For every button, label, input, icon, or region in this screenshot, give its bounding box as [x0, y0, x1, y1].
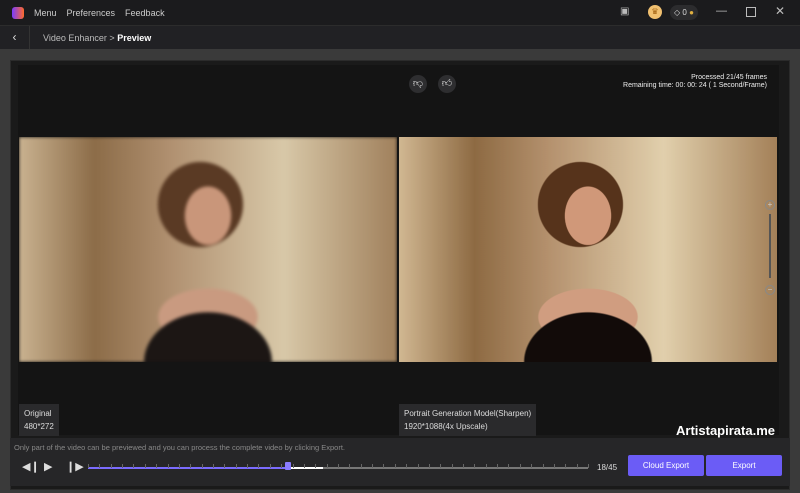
frame-counter: 18/45 — [597, 463, 618, 472]
watermark: Artistapirata.me — [676, 423, 775, 438]
processed-frames: Processed 21/45 frames — [691, 74, 767, 81]
thumbs-down-button[interactable]: 👎︎ — [409, 75, 427, 93]
timeline-tick — [292, 464, 294, 468]
timeline-tick — [428, 464, 430, 468]
timeline-tick — [303, 464, 305, 468]
timeline-tick — [133, 464, 135, 468]
enhanced-video-frame — [399, 137, 777, 362]
timeline-tick — [201, 464, 203, 468]
original-video-frame — [19, 137, 397, 362]
thumbs-up-button[interactable]: 👍︎ — [438, 75, 456, 93]
timeline-tick — [463, 464, 464, 468]
crown-icon[interactable]: ♛ — [648, 5, 662, 19]
remaining-time: Remaining time: 00: 00: 24 ( 1 Second/Fr… — [623, 82, 767, 89]
cloud-export-button[interactable]: Cloud Export — [628, 455, 704, 476]
timeline-tick — [440, 464, 442, 468]
discord-icon[interactable]: ▣ — [620, 6, 629, 17]
timeline-tick — [372, 464, 374, 468]
breadcrumb-parent[interactable]: Video Enhancer — [43, 33, 107, 43]
play-button[interactable]: ▶ — [44, 460, 52, 473]
playback-bar: Only part of the video can be previewed … — [10, 438, 790, 486]
timeline-tick — [406, 464, 408, 468]
timeline-tick — [531, 464, 533, 468]
timeline-tick — [110, 464, 112, 468]
app-logo-icon — [12, 6, 24, 19]
timeline-tick — [156, 464, 158, 468]
timeline-tick — [281, 464, 283, 468]
gem-badge[interactable]: ◇ 0 ● — [670, 5, 698, 20]
breadcrumb: ‹ Video Enhancer > Preview — [0, 25, 800, 49]
timeline-tick — [360, 464, 362, 468]
breadcrumb-current: Preview — [117, 32, 152, 43]
feedback-button[interactable]: Feedback — [125, 8, 165, 18]
close-button[interactable]: ✕ — [775, 4, 785, 18]
export-button[interactable]: Export — [706, 455, 782, 476]
timeline-tick — [315, 464, 317, 468]
timeline-tick — [349, 464, 351, 468]
timeline-tick — [542, 464, 544, 468]
timeline-tick — [122, 464, 124, 468]
timeline-tick — [474, 464, 476, 468]
timeline-tick — [88, 464, 89, 468]
avatar[interactable]: ● — [689, 8, 694, 17]
timeline-tick — [224, 464, 226, 468]
timeline-tick — [213, 464, 214, 468]
gem-count: 0 — [682, 8, 687, 17]
minimize-button[interactable]: — — [716, 5, 727, 17]
zoom-slider[interactable]: + − — [765, 200, 777, 296]
original-label: Original 480*272 — [19, 404, 59, 436]
timeline-tick — [326, 464, 328, 468]
processing-status: Processed 21/45 frames Remaining time: 0… — [623, 74, 767, 90]
timeline-tick — [417, 464, 419, 468]
timeline-tick — [451, 464, 453, 468]
timeline-tick — [144, 464, 146, 468]
maximize-button[interactable] — [746, 7, 756, 17]
breadcrumb-separator: > — [109, 32, 115, 43]
menu-button[interactable]: Menu — [34, 8, 57, 18]
timeline-tick — [383, 464, 385, 468]
zoom-in-button[interactable]: + — [765, 200, 775, 210]
enhanced-model: Portrait Generation Model(Sharpen) — [404, 409, 532, 418]
timeline-tick — [485, 464, 487, 468]
timeline-tick — [235, 464, 237, 468]
original-title: Original — [24, 409, 52, 418]
enhanced-label: Portrait Generation Model(Sharpen) 1920*… — [399, 404, 537, 436]
timeline-tick — [99, 464, 101, 468]
timeline-tick — [508, 464, 510, 468]
timeline-tick — [258, 464, 260, 468]
back-button[interactable]: ‹ — [0, 26, 30, 49]
timeline-tick — [519, 464, 521, 468]
timeline-tick — [565, 464, 567, 468]
timeline-tick — [338, 464, 339, 468]
title-bar: Menu Preferences Feedback ▣ ♛ ◇ 0 ● — ✕ — [0, 0, 800, 25]
timeline-tick — [167, 464, 169, 468]
timeline-tick — [576, 464, 578, 468]
preview-note: Only part of the video can be previewed … — [14, 443, 346, 452]
timeline-handle[interactable] — [285, 462, 291, 470]
timeline-tick — [553, 464, 555, 468]
timeline-tick — [190, 464, 192, 468]
timeline-tick — [588, 464, 589, 468]
zoom-out-button[interactable]: − — [765, 285, 775, 295]
zoom-track[interactable] — [769, 214, 771, 278]
timeline-tick — [497, 464, 499, 468]
preferences-button[interactable]: Preferences — [67, 8, 116, 18]
timeline-slider[interactable] — [88, 462, 589, 470]
timeline-tick — [269, 464, 271, 468]
timeline-tick — [178, 464, 180, 468]
enhanced-resolution: 1920*1088(4x Upscale) — [404, 422, 488, 431]
previous-frame-button[interactable]: ◀❙ — [22, 460, 40, 473]
next-frame-button[interactable]: ❙▶ — [66, 460, 84, 473]
original-resolution: 480*272 — [24, 422, 54, 431]
timeline-tick — [394, 464, 396, 468]
timeline-tick — [247, 464, 249, 468]
